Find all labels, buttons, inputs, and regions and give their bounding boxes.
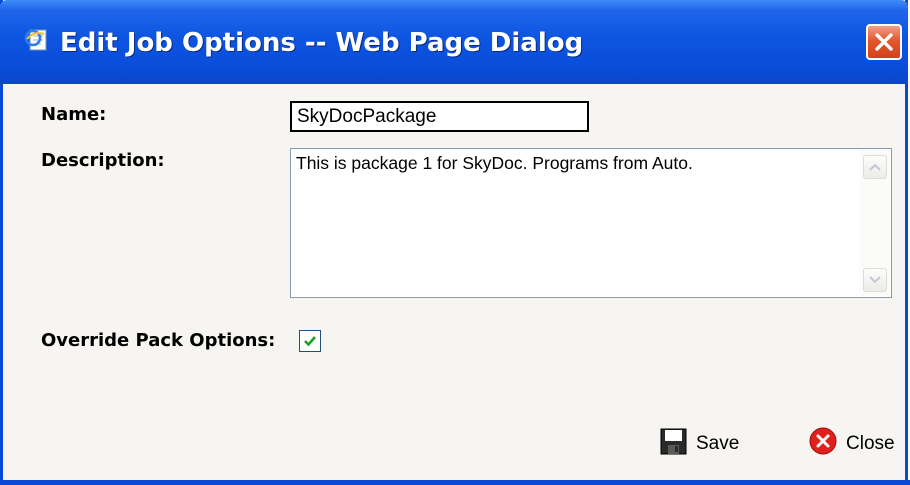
description-scrollbar[interactable] (860, 150, 890, 296)
name-input[interactable] (290, 101, 589, 132)
checkmark-icon (304, 336, 316, 347)
close-label: Close (846, 433, 895, 454)
ie-page-icon (24, 26, 50, 52)
dialog-title: Edit Job Options -- Web Page Dialog (60, 28, 584, 58)
description-text: This is package 1 for SkyDoc. Programs f… (296, 153, 693, 173)
save-button[interactable]: Save (660, 428, 739, 460)
scroll-down-button[interactable] (863, 268, 887, 292)
chevron-down-icon (869, 276, 881, 284)
floppy-disk-icon (660, 428, 687, 461)
scroll-up-button[interactable] (863, 155, 887, 179)
close-x-icon[interactable] (866, 24, 902, 60)
chevron-up-icon (869, 163, 881, 171)
red-x-circle-icon (809, 427, 837, 461)
window-bottom-border (3, 480, 910, 485)
close-button[interactable]: Close (809, 427, 895, 461)
save-label: Save (696, 433, 740, 454)
name-label: Name: (41, 104, 107, 125)
override-pack-options-checkbox[interactable] (299, 330, 321, 352)
description-textarea[interactable]: This is package 1 for SkyDoc. Programs f… (290, 148, 892, 298)
override-pack-options-label: Override Pack Options: (41, 330, 276, 351)
description-label: Description: (41, 150, 165, 171)
dialog-window: Edit Job Options -- Web Page Dialog Name… (0, 0, 910, 485)
title-bar[interactable]: Edit Job Options -- Web Page Dialog (0, 0, 908, 84)
